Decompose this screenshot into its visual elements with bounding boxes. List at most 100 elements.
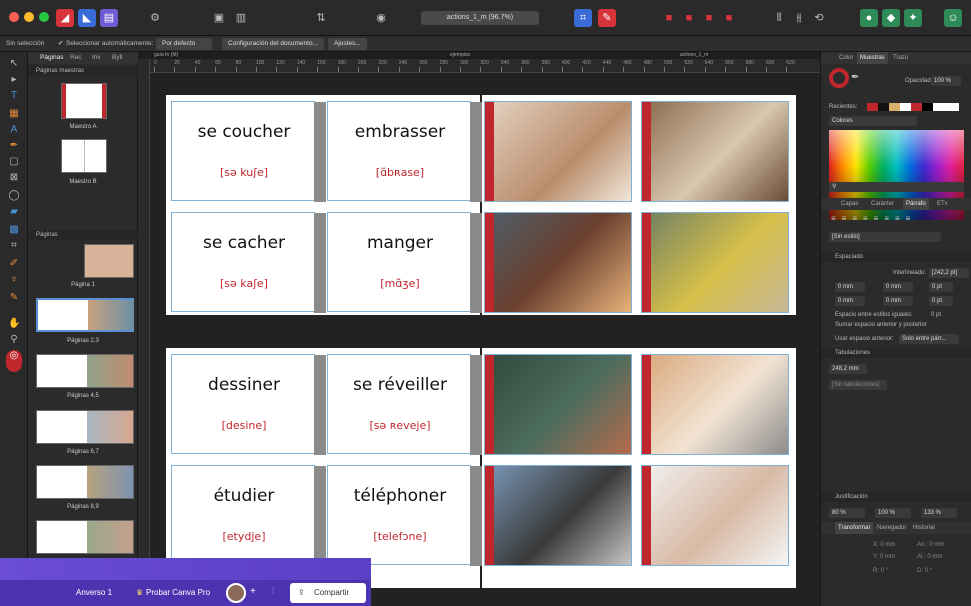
auto-select-checkbox[interactable]: ✔ <box>58 36 63 52</box>
pages-10-11-thumbnail[interactable] <box>36 520 134 554</box>
palette-dropdown[interactable]: Colores <box>829 116 917 126</box>
auto-select-dropdown[interactable]: Por defecto <box>156 38 212 50</box>
master-a-thumbnail[interactable] <box>61 83 107 119</box>
pen-tool-icon[interactable]: ✒ <box>8 140 20 152</box>
artistic-text-tool-icon[interactable]: A <box>8 124 20 136</box>
eyedropper-icon[interactable]: ✒ <box>851 72 859 83</box>
justification-header[interactable]: Justificación <box>835 494 868 500</box>
tab-position-field[interactable]: 248,2 mm <box>829 364 867 374</box>
pasteboard[interactable]: se coucher [sə kuʃe] embrasser [ɑ̃bʀase] s… <box>150 73 820 606</box>
photo-frame-phone-call[interactable] <box>484 212 632 313</box>
pages-6-7-thumbnail[interactable] <box>36 410 134 444</box>
swatch-search[interactable]: ⚲ <box>829 182 964 192</box>
width-field[interactable]: An.: 0 mm <box>917 542 944 548</box>
tab-inv[interactable]: Inv <box>92 52 101 64</box>
view-mode-icon[interactable]: ▣ <box>210 9 228 27</box>
word-card[interactable]: manger [mɑ̃ʒe] <box>327 212 482 313</box>
rectangle-tool-icon[interactable]: ▢ <box>8 156 20 168</box>
leading-field[interactable]: [242,2 pt] <box>929 268 969 278</box>
word-card[interactable]: se réveiller [sə ʀeveje] <box>327 354 482 455</box>
paragraph-style-field[interactable]: [Sin estilo] <box>829 232 941 242</box>
vertical-ruler[interactable] <box>138 59 150 606</box>
tab-pages[interactable]: Páginas <box>40 52 64 64</box>
arrange-icon[interactable]: ⇅ <box>312 9 330 27</box>
pages-4-5-thumbnail[interactable] <box>36 354 134 388</box>
color-picker-icon[interactable]: ✎ <box>598 9 616 27</box>
photo-frame-man-waking[interactable] <box>484 101 632 202</box>
spacing-header[interactable]: Espaciado <box>835 254 863 260</box>
master-b-thumbnail[interactable] <box>61 139 107 173</box>
assets-icon[interactable]: ◆ <box>882 9 900 27</box>
tab-swatches[interactable]: Muestras <box>857 52 888 64</box>
letter-spacing-field[interactable]: 100 % <box>875 508 911 518</box>
publisher-persona-icon[interactable]: ▤ <box>100 9 118 27</box>
tabs-header[interactable]: Tabulaciones <box>835 350 870 356</box>
photo-frame-drawing[interactable] <box>641 101 789 202</box>
word-spacing-field[interactable]: 80 % <box>829 508 865 518</box>
tab-history[interactable]: Historial <box>913 522 935 534</box>
glyph-scaling-field[interactable]: 133 % <box>921 508 957 518</box>
account-icon[interactable]: ☺ <box>944 9 962 27</box>
spread-view-icon[interactable]: ▥ <box>232 9 250 27</box>
photo-persona-icon[interactable]: ◣ <box>78 9 96 27</box>
document-settings-button[interactable]: Configuración del documento... <box>222 38 324 50</box>
brush-tool-icon[interactable]: ✎ <box>8 292 20 304</box>
designer-persona-icon[interactable]: ◢ <box>56 9 74 27</box>
crop-tool-icon[interactable]: ⌗ <box>8 240 20 252</box>
alignment-icons[interactable]: ≡≡≡≡≡≡≡≡ <box>831 214 963 224</box>
add-collaborator-icon[interactable]: + <box>250 586 256 597</box>
node-tool-icon[interactable]: ▸ <box>8 74 20 86</box>
snapping-icon[interactable]: ⌗ <box>574 9 592 27</box>
word-card[interactable]: se cacher [sə kaʃe] <box>171 212 326 313</box>
rotation-field[interactable]: R: 0 ° <box>873 568 888 574</box>
tab-navigator[interactable]: Navegador <box>877 522 906 534</box>
add-space-checkbox[interactable]: Sumar espacio anterior y posterior <box>835 322 927 328</box>
tab-list[interactable]: [Sin tabulaciones] <box>829 380 887 390</box>
place-image-tool-icon[interactable]: ▰ <box>8 206 20 218</box>
align-icon[interactable]: ⫴ <box>770 9 788 27</box>
masters-header[interactable]: Páginas maestras <box>28 66 138 76</box>
height-field[interactable]: Al.: 0 mm <box>917 554 942 560</box>
distribute-icon[interactable]: ⫵ <box>790 9 808 27</box>
recent-swatches[interactable] <box>867 103 959 111</box>
tab-etx[interactable]: ETx <box>937 198 948 210</box>
photo-frame-hiding[interactable] <box>484 465 632 566</box>
hand-tool-icon[interactable]: ✋ <box>8 318 20 330</box>
y-field[interactable]: Y: 0 mm <box>873 554 895 560</box>
photo-frame-falling[interactable] <box>641 465 789 566</box>
boolean-intersect-icon[interactable]: ■ <box>700 9 718 27</box>
tab-paragraph[interactable]: Párrafo <box>903 198 929 210</box>
word-card[interactable]: étudier [etydje] <box>171 465 326 566</box>
minimize-window-button[interactable] <box>24 12 34 22</box>
tab-transform[interactable]: Transformar <box>835 522 874 534</box>
tab-character[interactable]: Carácter <box>871 198 894 210</box>
fill-color-icon[interactable] <box>829 68 849 88</box>
indent-first-field[interactable]: 0 mm <box>883 282 913 292</box>
photo-frame-laptop[interactable] <box>641 354 789 455</box>
boolean-subtract-icon[interactable]: ■ <box>680 9 698 27</box>
space-before-field[interactable]: 0 pt <box>929 282 953 292</box>
transform-icon[interactable]: ⟲ <box>810 9 828 27</box>
transparency-tool-icon[interactable]: ♆ <box>8 274 20 286</box>
canva-page-label[interactable]: Anverso 1 <box>76 588 112 597</box>
opacity-field[interactable]: 100 % <box>931 76 961 86</box>
word-card[interactable]: embrasser [ɑ̃bʀase] <box>327 101 482 202</box>
pages-2-3-thumbnail[interactable] <box>36 298 134 332</box>
indent-left-field[interactable]: 0 mm <box>835 282 865 292</box>
word-card[interactable]: se coucher [sə kuʃe] <box>171 101 326 202</box>
settings-icon[interactable]: ⚙ <box>146 9 164 27</box>
page-1-thumbnail[interactable] <box>84 244 134 278</box>
maximize-window-button[interactable] <box>39 12 49 22</box>
insights-icon[interactable]: ⫶ <box>272 586 274 597</box>
preview-icon[interactable]: ◉ <box>372 9 390 27</box>
try-canva-pro-button[interactable]: Probar Canva Pro <box>146 588 210 597</box>
tab-color[interactable]: Color <box>839 52 853 64</box>
boolean-xor-icon[interactable]: ■ <box>720 9 738 27</box>
word-card[interactable]: dessiner [desine] <box>171 354 326 455</box>
table-tool-icon[interactable]: ▦ <box>8 108 20 120</box>
frame-text-tool-icon[interactable]: T <box>8 90 20 102</box>
share-button[interactable]: ⇪ Compartir <box>290 583 366 603</box>
color-wheel-icon[interactable]: ◎ <box>6 350 22 372</box>
stock-icon[interactable]: ✦ <box>904 9 922 27</box>
indent-last-field[interactable]: 0 mm <box>883 296 913 306</box>
